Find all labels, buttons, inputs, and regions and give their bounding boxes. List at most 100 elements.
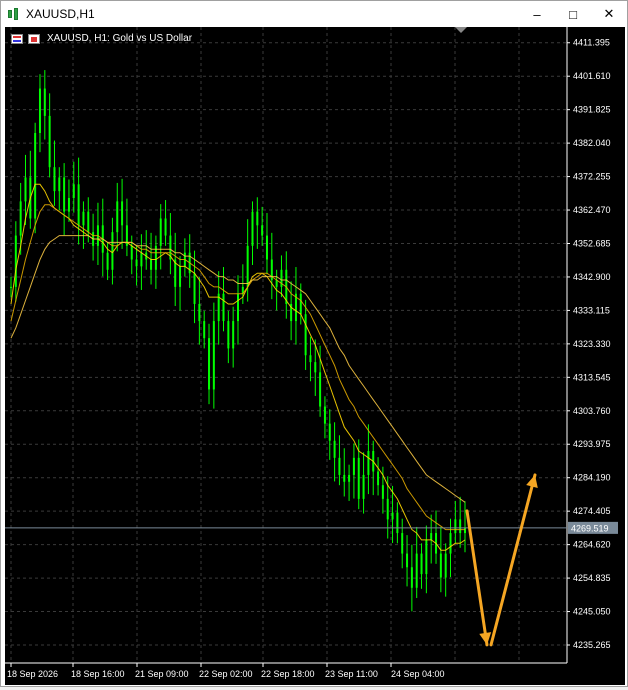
candle-body xyxy=(77,184,80,226)
y-tick-label: 4264.620 xyxy=(573,540,611,550)
candle-body xyxy=(14,235,17,287)
title-bar[interactable]: XAUUSD,H1 – □ ✕ xyxy=(1,1,627,27)
candle-body xyxy=(232,321,235,349)
y-tick-label: 4284.190 xyxy=(573,473,611,483)
y-tick-label: 4391.825 xyxy=(573,105,611,115)
candle-body xyxy=(323,406,326,424)
current-price-label: 4269.519 xyxy=(571,523,609,533)
candle-body xyxy=(459,519,462,534)
y-tick-label: 4313.545 xyxy=(573,372,611,382)
candle-body xyxy=(130,245,133,260)
candle-body xyxy=(444,553,447,578)
candle-body xyxy=(193,273,196,304)
maximize-button[interactable]: □ xyxy=(555,1,591,27)
one-click-trading-icon[interactable] xyxy=(28,33,40,44)
candle-body xyxy=(299,293,302,315)
x-tick-label: 18 Sep 16:00 xyxy=(71,669,125,679)
candle-body xyxy=(251,211,254,246)
minimize-button[interactable]: – xyxy=(519,1,555,27)
candle-body xyxy=(140,252,143,267)
x-tick-label: 21 Sep 09:00 xyxy=(135,669,189,679)
y-tick-label: 4333.115 xyxy=(573,305,610,315)
y-tick-label: 4245.050 xyxy=(573,607,611,617)
candle-body xyxy=(352,457,355,475)
candle-body xyxy=(386,498,389,520)
candle-body xyxy=(87,211,90,233)
candle-body xyxy=(34,133,37,219)
y-tick-label: 4411.395 xyxy=(573,38,610,48)
candle-body xyxy=(377,471,380,486)
candle-body xyxy=(314,362,317,373)
minimize-icon: – xyxy=(533,6,541,22)
candle-body xyxy=(261,225,264,236)
chart-symbol-text: XAUUSD, H1: Gold vs US Dollar xyxy=(47,33,193,44)
candlestick-chart-icon xyxy=(8,7,20,21)
candle-body xyxy=(401,533,404,554)
candle-body xyxy=(246,245,249,287)
candle-body xyxy=(72,184,75,198)
chart-properties-icon[interactable] xyxy=(11,33,23,44)
y-tick-label: 4323.330 xyxy=(573,339,611,349)
y-tick-label: 4293.975 xyxy=(573,439,611,449)
candle-body xyxy=(135,259,138,267)
candle-body xyxy=(348,474,351,482)
candle-body xyxy=(53,167,56,192)
candle-body xyxy=(396,512,399,534)
maximize-icon: □ xyxy=(569,6,577,22)
candle-body xyxy=(406,553,409,568)
y-tick-label: 4254.835 xyxy=(573,573,611,583)
candle-body xyxy=(237,293,239,322)
candle-body xyxy=(67,197,70,212)
candle-body xyxy=(150,259,153,270)
y-tick-label: 4372.255 xyxy=(573,172,611,182)
y-tick-label: 4342.900 xyxy=(573,272,611,282)
candle-body xyxy=(58,177,61,192)
candle-body xyxy=(82,211,85,226)
candle-body xyxy=(328,423,331,441)
y-tick-label: 4382.040 xyxy=(573,138,611,148)
window-title: XAUUSD,H1 xyxy=(26,7,95,21)
candle-body xyxy=(420,553,423,575)
close-icon: ✕ xyxy=(603,6,615,21)
candle-body xyxy=(338,457,341,475)
candle-body xyxy=(464,527,466,534)
y-tick-label: 4303.760 xyxy=(573,406,611,416)
candle-body xyxy=(24,177,27,202)
close-button[interactable]: ✕ xyxy=(591,1,627,27)
candle-body xyxy=(410,567,413,588)
candle-body xyxy=(265,235,268,260)
price-chart-svg[interactable]: 4411.395 4401.610 4391.825 4382.040 4372.255… xyxy=(5,27,625,685)
y-tick-label: 4362.470 xyxy=(573,205,611,215)
candle-body xyxy=(449,533,452,554)
candle-body xyxy=(203,321,206,339)
x-tick-label: 24 Sep 04:00 xyxy=(391,669,445,679)
candle-body xyxy=(343,474,346,482)
candle-body xyxy=(38,88,41,133)
candle-body xyxy=(333,440,336,458)
candle-body xyxy=(19,201,22,236)
candle-body xyxy=(256,211,259,226)
candle-body xyxy=(304,314,307,356)
candle-body xyxy=(121,201,124,226)
candle-body xyxy=(362,474,365,499)
up-arrow-annotation xyxy=(489,473,537,647)
candle-body xyxy=(179,266,182,287)
candle-body xyxy=(212,321,215,390)
x-tick-label: 22 Sep 02:00 xyxy=(199,669,253,679)
candle-body xyxy=(309,355,312,363)
candle-body xyxy=(454,519,457,534)
mt-chart-window: XAUUSD,H1 – □ ✕ 4411.395 4401.610 4391.825… xyxy=(0,0,628,687)
candle-body xyxy=(425,539,428,575)
chart-shift-marker-icon[interactable] xyxy=(455,27,467,33)
candle-body xyxy=(164,218,167,236)
y-tick-label: 4235.265 xyxy=(573,640,611,650)
candle-body xyxy=(319,372,322,407)
candle-body xyxy=(198,303,201,322)
moving-average-line xyxy=(10,204,465,531)
candle-body xyxy=(116,201,119,233)
candle-body xyxy=(357,457,360,499)
candle-body xyxy=(381,485,384,499)
price-chart[interactable]: 4411.395 4401.610 4391.825 4382.040 4372.255… xyxy=(5,27,625,685)
candle-body xyxy=(48,115,51,168)
y-tick-label: 4352.685 xyxy=(573,238,611,248)
